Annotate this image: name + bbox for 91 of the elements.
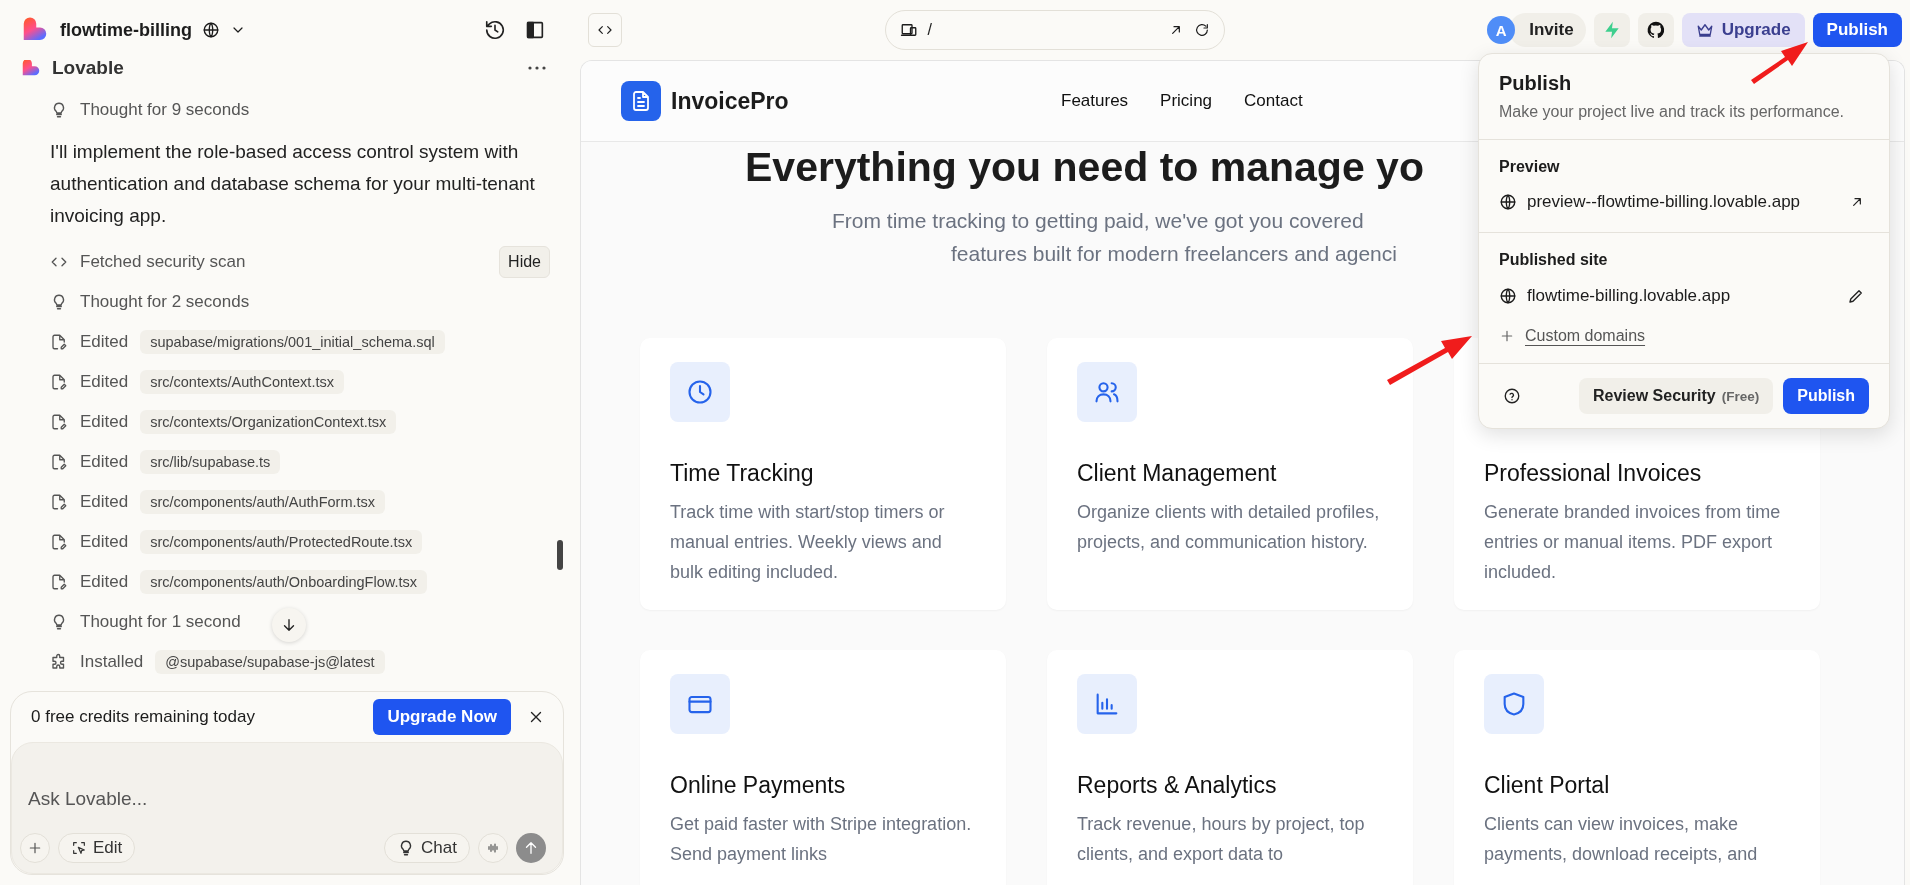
feature-title: Online Payments	[670, 772, 847, 799]
annotation-arrow	[1751, 42, 1808, 84]
hero-subtitle: From time tracking to getting paid, we've got you covered	[832, 208, 1364, 234]
github-button[interactable]	[1637, 13, 1674, 47]
clock-icon	[686, 378, 714, 406]
file-path-chip[interactable]: src/components/auth/ProtectedRoute.tsx	[140, 530, 423, 554]
select-cursor-icon	[71, 840, 87, 856]
file-path-chip[interactable]: supabase/migrations/001_initial_schema.sql	[140, 330, 445, 354]
edited-label: Edited	[80, 572, 129, 592]
chat-button[interactable]: Chat	[384, 833, 470, 863]
panel-icon	[524, 19, 546, 41]
hero-heading: Everything you need to manage yo	[745, 144, 1424, 190]
globe-icon	[202, 21, 220, 39]
plus-icon	[27, 840, 43, 856]
feature-description: Organize clients with detailed profiles, projects, and communication history.	[1077, 501, 1381, 554]
file-path-chip[interactable]: src/components/auth/AuthForm.tsx	[140, 490, 386, 514]
popover-title: Publish	[1499, 72, 1573, 95]
file-path-chip[interactable]: src/components/auth/OnboardingFlow.tsx	[140, 570, 427, 594]
history-icon	[484, 19, 506, 41]
file-edit-icon	[50, 493, 68, 511]
assistant-message: I'll implement the role-based access control system with authentication and database schema for your multi-tenant invoicing app.	[50, 140, 536, 228]
github-icon	[1645, 20, 1666, 40]
package-chip[interactable]: @supabase/supabase-js@latest	[155, 650, 385, 674]
voice-button[interactable]	[478, 833, 508, 863]
upgrade-button[interactable]: Upgrade	[1681, 13, 1805, 47]
edited-label: Edited	[80, 332, 129, 352]
pencil-icon	[1847, 287, 1865, 305]
file-path-chip[interactable]: src/lib/supabase.ts	[140, 450, 281, 474]
globe-icon	[1499, 287, 1517, 305]
section-heading: Preview	[1499, 158, 1561, 176]
file-path-chip[interactable]: src/contexts/AuthContext.tsx	[140, 370, 344, 394]
feature-description: Get paid faster with Stripe integration. Send payment links	[670, 813, 973, 866]
nav-link[interactable]: Pricing	[1160, 91, 1213, 111]
nav-link[interactable]: Features	[1061, 91, 1129, 111]
hero-subtitle: features built for modern freelancers and agenci	[951, 241, 1397, 267]
file-edit-icon	[50, 573, 68, 591]
scrollbar-thumb[interactable]	[557, 540, 563, 570]
feature-description: Track revenue, hours by project, top clients, and export data to	[1077, 813, 1366, 866]
custom-domains-link[interactable]: Custom domains	[1525, 327, 1646, 345]
feature-title: Professional Invoices	[1484, 460, 1703, 487]
crown-icon	[1695, 21, 1714, 39]
installed-label: Installed	[80, 652, 144, 672]
add-button[interactable]	[20, 833, 50, 863]
upgrade-now-button[interactable]: Upgrade Now	[373, 699, 511, 735]
thought-label: Thought for 2 seconds	[80, 292, 250, 312]
message-input[interactable]: Ask Lovable...	[28, 759, 546, 833]
address-bar[interactable]: /	[884, 10, 1225, 50]
preview-url[interactable]: preview--flowtime-billing.lovable.app	[1527, 192, 1835, 212]
published-url[interactable]: flowtime-billing.lovable.app	[1527, 286, 1833, 306]
file-edit-icon	[50, 453, 68, 471]
edit-button[interactable]: Edit	[58, 833, 136, 863]
scroll-down-button[interactable]	[272, 608, 306, 642]
edited-label: Edited	[80, 412, 129, 432]
feature-title: Client Portal	[1484, 772, 1611, 799]
hide-button[interactable]: Hide	[499, 246, 550, 278]
devices-icon	[899, 21, 918, 39]
credits-message: 0 free credits remaining today	[31, 707, 256, 727]
edited-label: Edited	[80, 452, 129, 472]
file-path-chip[interactable]: src/contexts/OrganizationContext.tsx	[140, 410, 397, 434]
edited-label: Edited	[80, 492, 129, 512]
more-icon	[528, 66, 546, 70]
file-edit-icon	[50, 333, 68, 351]
sender-name: Lovable	[52, 60, 124, 79]
edited-label: Edited	[80, 372, 129, 392]
section-heading: Published site	[1499, 251, 1609, 269]
publish-button[interactable]: Publish	[1783, 378, 1869, 414]
file-edit-icon	[50, 373, 68, 391]
project-name[interactable]: flowtime-billing	[60, 19, 192, 41]
popover-subtitle: Make your project live and track its performance.	[1499, 103, 1846, 121]
feature-description: Generate branded invoices from time entries or manual items. PDF export included.	[1484, 501, 1782, 584]
feature-title: Time Tracking	[670, 460, 815, 487]
file-edit-icon	[50, 533, 68, 551]
publish-button[interactable]: Publish	[1812, 13, 1902, 47]
thought-label: Thought for 1 second	[80, 612, 241, 632]
send-button[interactable]	[516, 833, 546, 863]
help-icon	[1503, 387, 1521, 405]
file-edit-icon	[50, 413, 68, 431]
feature-title: Client Management	[1077, 460, 1278, 487]
tool-label: Fetched security scan	[80, 252, 246, 272]
edited-label: Edited	[80, 532, 129, 552]
thought-label: Thought for 9 seconds	[80, 100, 250, 120]
globe-icon	[1499, 193, 1517, 211]
feature-description: Track time with start/stop timers or manual entries. Weekly views and bulk editing included.	[670, 501, 946, 584]
review-security-button[interactable]: Review Security (Free)	[1578, 378, 1774, 414]
message-field[interactable]: Ask Lovable... Edit Chat	[11, 742, 563, 874]
brand-name[interactable]: InvoicePro	[671, 87, 789, 115]
plus-icon	[1499, 328, 1515, 344]
refresh-icon	[1193, 22, 1210, 38]
feature-title: Reports & Analytics	[1077, 772, 1278, 799]
nav-link[interactable]: Contact	[1244, 91, 1303, 111]
feature-description: Clients can view invoices, make payments, download receipts, and	[1484, 813, 1759, 866]
